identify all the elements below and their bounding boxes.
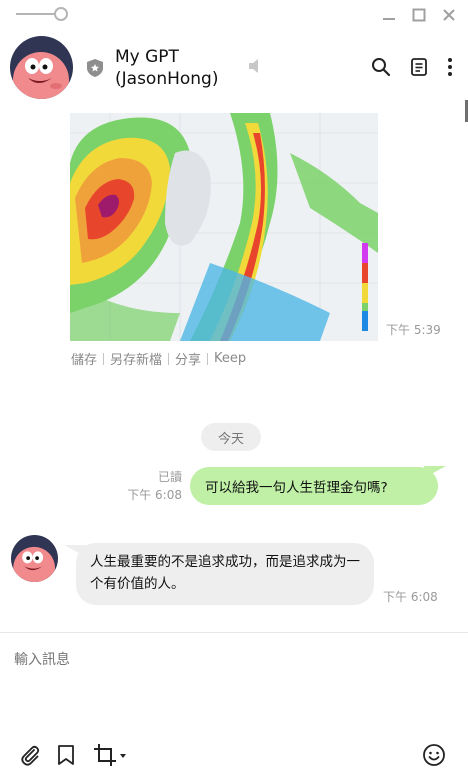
outgoing-message-bubble[interactable]: 可以給我一句人生哲理金句嗎? [190,467,438,505]
attach-icon[interactable] [18,743,42,771]
keep-link[interactable]: Keep [214,351,246,366]
more-icon[interactable] [446,57,454,81]
share-link[interactable]: 分享 [175,349,201,368]
maximize-icon[interactable] [408,4,430,26]
chat-title: My GPT (JasonHong) [115,47,219,89]
image-time: 下午 5:39 [386,323,441,337]
avatar[interactable] [10,36,73,99]
opacity-slider-knob[interactable] [54,7,68,21]
action-divider [207,352,209,365]
composer-divider [0,632,468,633]
minimize-icon[interactable] [378,4,400,26]
close-icon[interactable] [438,4,460,26]
message-input[interactable] [14,649,444,671]
notes-icon[interactable] [409,57,429,81]
read-label: 已讀 [157,470,182,484]
crop-icon[interactable] [93,743,127,771]
title-bar [0,0,468,30]
action-divider [168,352,170,365]
save-as-link[interactable]: 另存新檔 [110,349,162,368]
speaker-icon[interactable] [247,58,265,78]
emoji-icon[interactable] [422,743,446,771]
incoming-time: 下午 6:08 [383,590,438,604]
action-divider [103,352,105,365]
sender-avatar[interactable] [11,535,58,582]
image-actions: 儲存 另存新檔 分享 Keep [71,349,246,368]
search-icon[interactable] [371,57,391,81]
chat-header: My GPT (JasonHong) [0,30,468,106]
shield-icon [86,58,104,82]
save-link[interactable]: 儲存 [71,349,97,368]
incoming-message-text: 人生最重要的不是追求成功，而是追求成为一个有价值的人。 [90,554,360,592]
date-separator: 今天 [201,423,261,451]
incoming-message-bubble[interactable]: 人生最重要的不是追求成功，而是追求成为一个有价值的人。 [76,543,374,605]
weather-radar-image[interactable] [70,113,378,341]
outgoing-time: 下午 6:08 [127,488,182,502]
bookmark-icon[interactable] [56,743,76,771]
read-receipt: 已讀 下午 6:08 [127,468,182,504]
outgoing-message-text: 可以給我一句人生哲理金句嗎? [205,480,388,496]
